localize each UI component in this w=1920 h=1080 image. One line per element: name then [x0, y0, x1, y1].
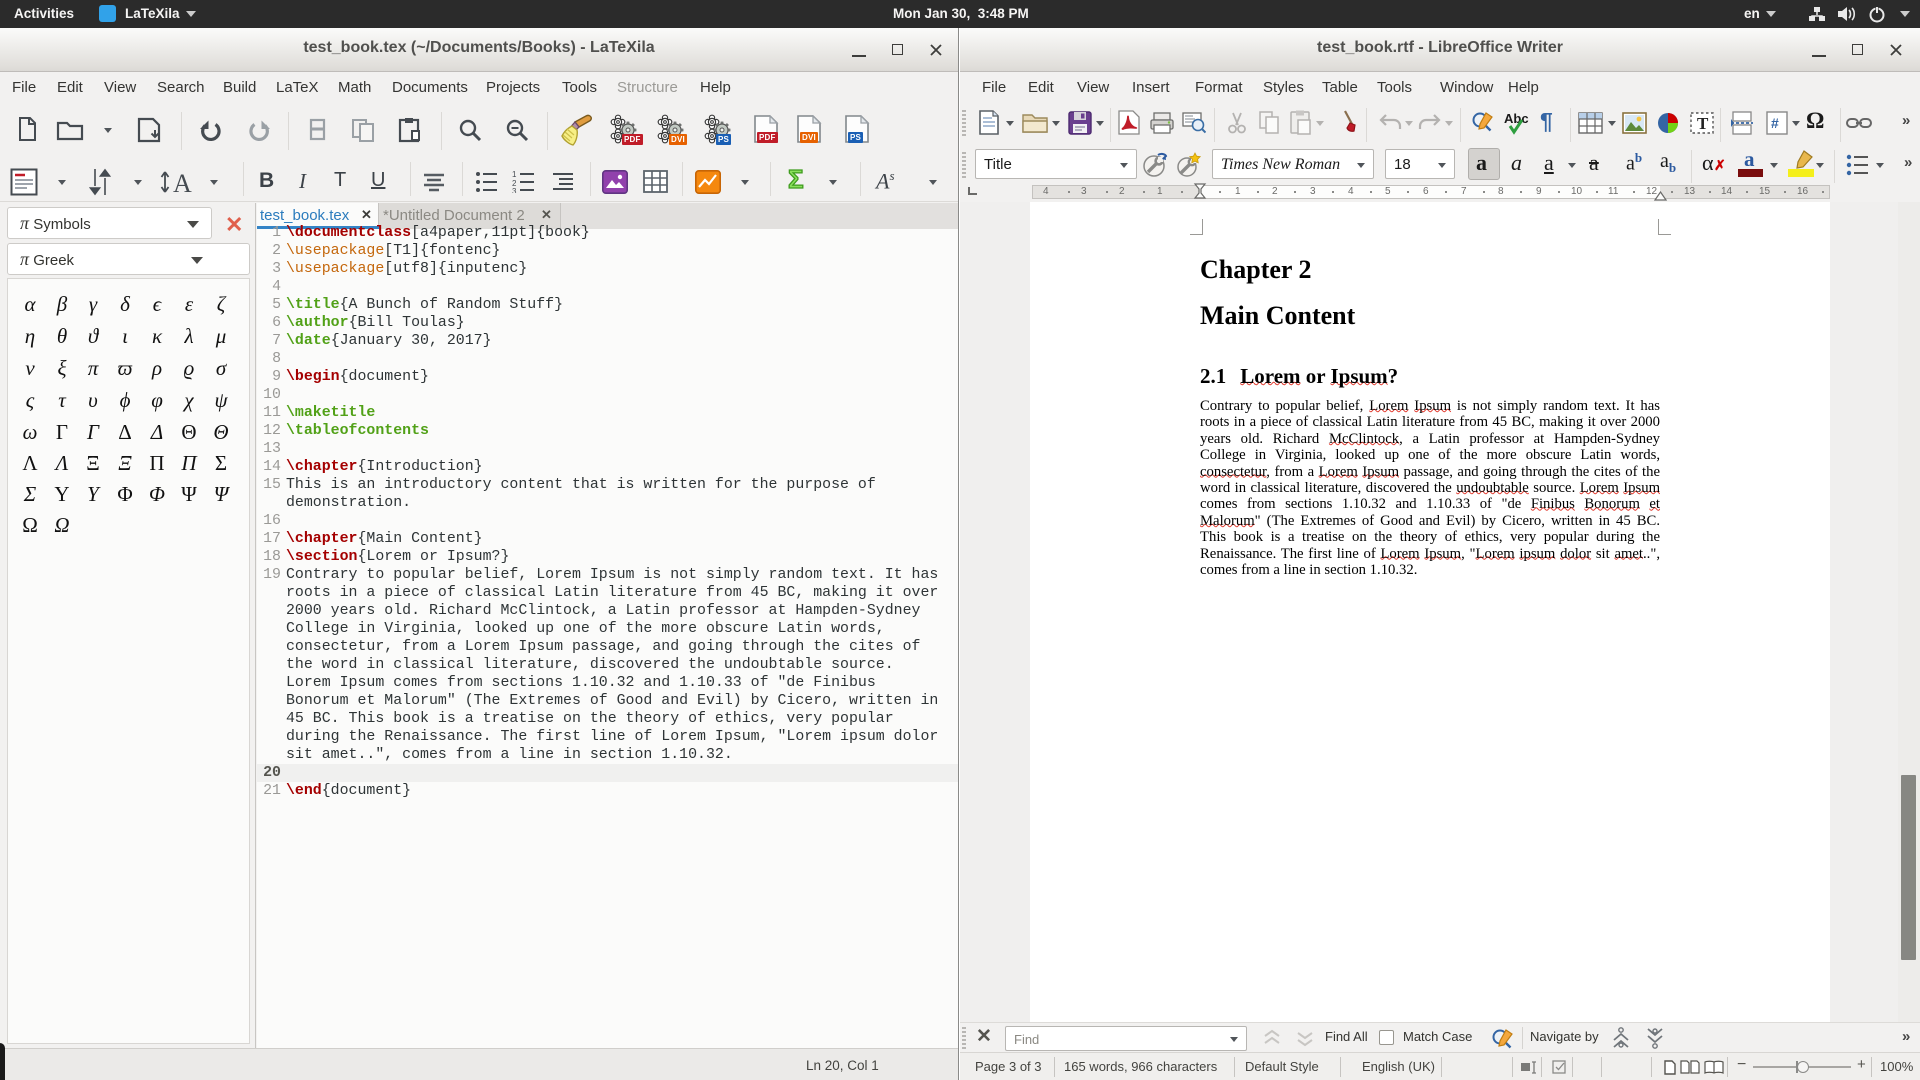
svg-text:1: 1: [512, 171, 517, 179]
svg-text:#: #: [1771, 115, 1779, 131]
svg-text:A: A: [173, 169, 192, 196]
svg-text:Abc: Abc: [1504, 111, 1529, 126]
svg-text:3: 3: [512, 187, 517, 193]
svg-text:T: T: [1697, 114, 1709, 133]
